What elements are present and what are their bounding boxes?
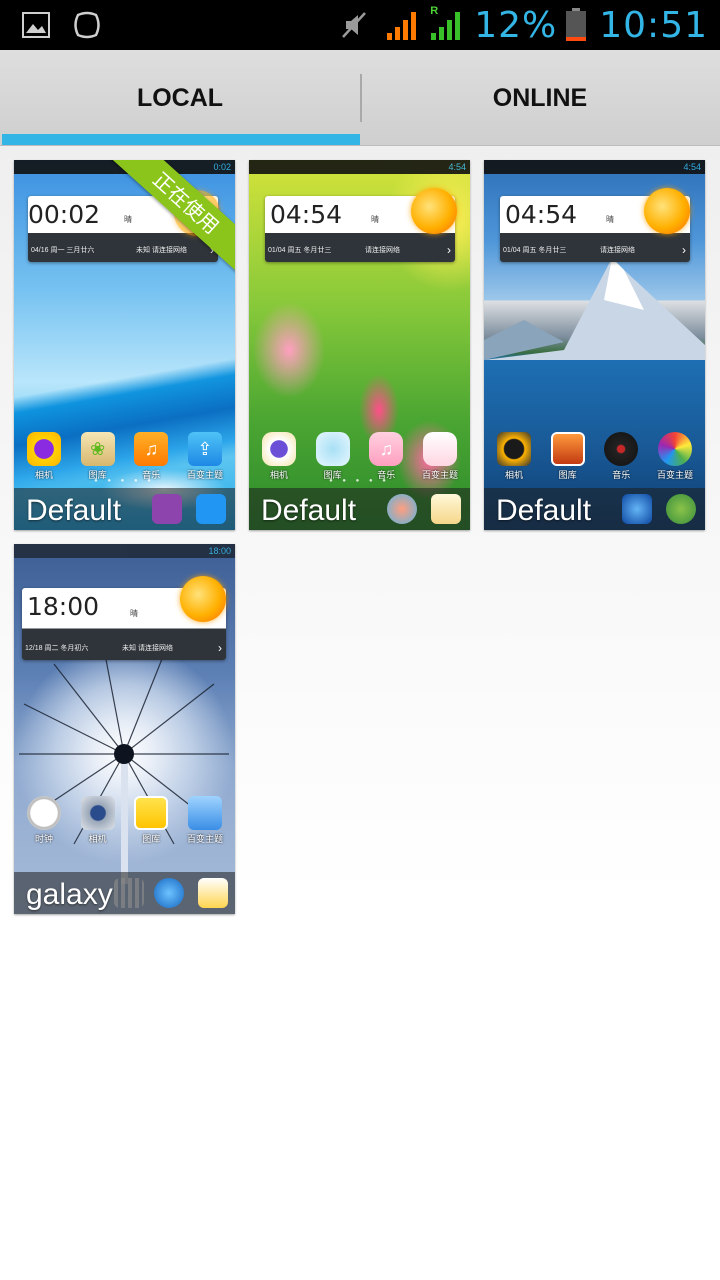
browser-icon bbox=[387, 494, 417, 524]
gallery-app-icon bbox=[550, 432, 585, 466]
camera-icon bbox=[262, 432, 296, 466]
preview-sun-icon bbox=[411, 188, 457, 234]
preview-location: 请连接网络 bbox=[600, 247, 635, 254]
camera-icon bbox=[80, 796, 115, 830]
camera-icon bbox=[497, 432, 531, 466]
preview-date: 01/04 周五 冬月廿三 bbox=[503, 247, 567, 254]
apps-grid-icon bbox=[114, 878, 144, 908]
preview-page-dots: ● ● ● ● ● bbox=[94, 478, 155, 484]
globe-icon bbox=[622, 494, 652, 524]
preview-clock-time: 00:02 bbox=[28, 200, 101, 229]
preview-date: 04/16 周一 三月廿六 bbox=[31, 247, 95, 254]
preview-clock-time: 04:54 bbox=[270, 200, 343, 229]
email-icon bbox=[198, 878, 228, 908]
signal-orange-icon bbox=[386, 9, 420, 41]
camera-icon bbox=[27, 432, 61, 466]
music-icon: ♫ bbox=[134, 432, 169, 466]
tab-online[interactable]: ONLINE bbox=[360, 50, 720, 146]
music-icon bbox=[604, 432, 639, 466]
theme-card[interactable]: 4:54 04:54 晴 01/04 周五 冬月廿三 请连接网络 › 相机 图库… bbox=[249, 160, 470, 530]
music-icon: ♫ bbox=[369, 432, 404, 466]
preview-location: 未知 请连接网络 bbox=[136, 247, 187, 254]
theme-app-icon bbox=[422, 432, 457, 466]
muted-icon bbox=[340, 10, 368, 40]
preview-app-row: 时钟 相机 图库 百变主题 bbox=[22, 796, 227, 845]
preview-location: 未知 请连接网络 bbox=[122, 645, 173, 652]
preview-mountain bbox=[484, 258, 705, 360]
clock: 10:51 bbox=[599, 4, 708, 46]
gallery-icon bbox=[22, 10, 50, 40]
preview-clock-time: 04:54 bbox=[505, 200, 578, 229]
preview-chevron-right-icon: › bbox=[682, 243, 686, 257]
preview-app-row: 相机 图库 音乐 百变主题 bbox=[492, 432, 697, 481]
preview-app-row: 相机 ❀ 图库 ♫ 音乐 ⇪ 百变主题 bbox=[22, 432, 227, 481]
gallery-app-icon bbox=[134, 796, 169, 830]
battery-percent: 12% bbox=[474, 4, 558, 46]
globe-icon bbox=[154, 878, 184, 908]
browser-icon bbox=[152, 494, 182, 524]
gallery-app-icon bbox=[315, 432, 350, 466]
message-icon bbox=[196, 494, 226, 524]
preview-sun-icon bbox=[644, 188, 690, 234]
roaming-mark: R bbox=[430, 5, 439, 17]
preview-status-bar: 4:54 bbox=[484, 160, 705, 174]
preview-page-dots: ● ● ● ● ● bbox=[329, 478, 390, 484]
tab-local[interactable]: LOCAL bbox=[0, 50, 360, 146]
preview-location: 请连接网络 bbox=[365, 247, 400, 254]
theme-name: Default bbox=[496, 494, 592, 527]
theme-app-icon: ⇪ bbox=[187, 432, 222, 466]
preview-weather: 晴 bbox=[124, 215, 132, 224]
selected-tab-indicator bbox=[2, 134, 360, 145]
signal-green-roaming-icon: R bbox=[430, 5, 464, 41]
preview-app-row: 相机 图库 ♫ 音乐 百变主题 bbox=[257, 432, 462, 481]
theme-app-icon bbox=[187, 796, 222, 830]
preview-date: 12/18 周二 冬月初六 bbox=[25, 645, 89, 652]
preview-clock-time: 18:00 bbox=[27, 592, 100, 621]
preview-chevron-right-icon: › bbox=[447, 243, 451, 257]
theme-name: Default bbox=[26, 494, 122, 527]
preview-weather: 晴 bbox=[606, 215, 614, 224]
preview-chevron-right-icon: › bbox=[218, 641, 222, 655]
theme-card[interactable]: 4:54 04:54 晴 01/04 周五 冬月廿三 请连接网络 › 相机 图库… bbox=[484, 160, 705, 530]
preview-status-bar: 4:54 bbox=[249, 160, 470, 174]
notification-blob-icon bbox=[72, 10, 102, 40]
message-icon bbox=[666, 494, 696, 524]
clock-app-icon bbox=[27, 796, 61, 830]
theme-card[interactable]: 18:00 18:00 晴 12/18 周二 冬月初六 未知 请连接网络 › 时… bbox=[14, 544, 235, 914]
preview-weather: 晴 bbox=[371, 215, 379, 224]
theme-name: galaxy bbox=[26, 878, 113, 911]
preview-date: 01/04 周五 冬月廿三 bbox=[268, 247, 332, 254]
theme-card[interactable]: 0:02 00:02 晴 04/16 周一 三月廿六 未知 请连接网络 › 相机… bbox=[14, 160, 235, 530]
message-icon bbox=[431, 494, 461, 524]
theme-app-icon bbox=[657, 432, 692, 466]
preview-weather: 晴 bbox=[130, 609, 138, 618]
theme-name: Default bbox=[261, 494, 357, 527]
preview-sun-icon bbox=[180, 576, 226, 622]
preview-status-bar: 18:00 bbox=[14, 544, 235, 558]
preview-dandelion bbox=[19, 648, 229, 884]
battery-icon bbox=[565, 8, 587, 42]
gallery-app-icon: ❀ bbox=[80, 432, 115, 466]
status-bar: R 12% 10:51 bbox=[0, 0, 720, 50]
tab-bar: LOCAL ONLINE bbox=[0, 50, 720, 146]
